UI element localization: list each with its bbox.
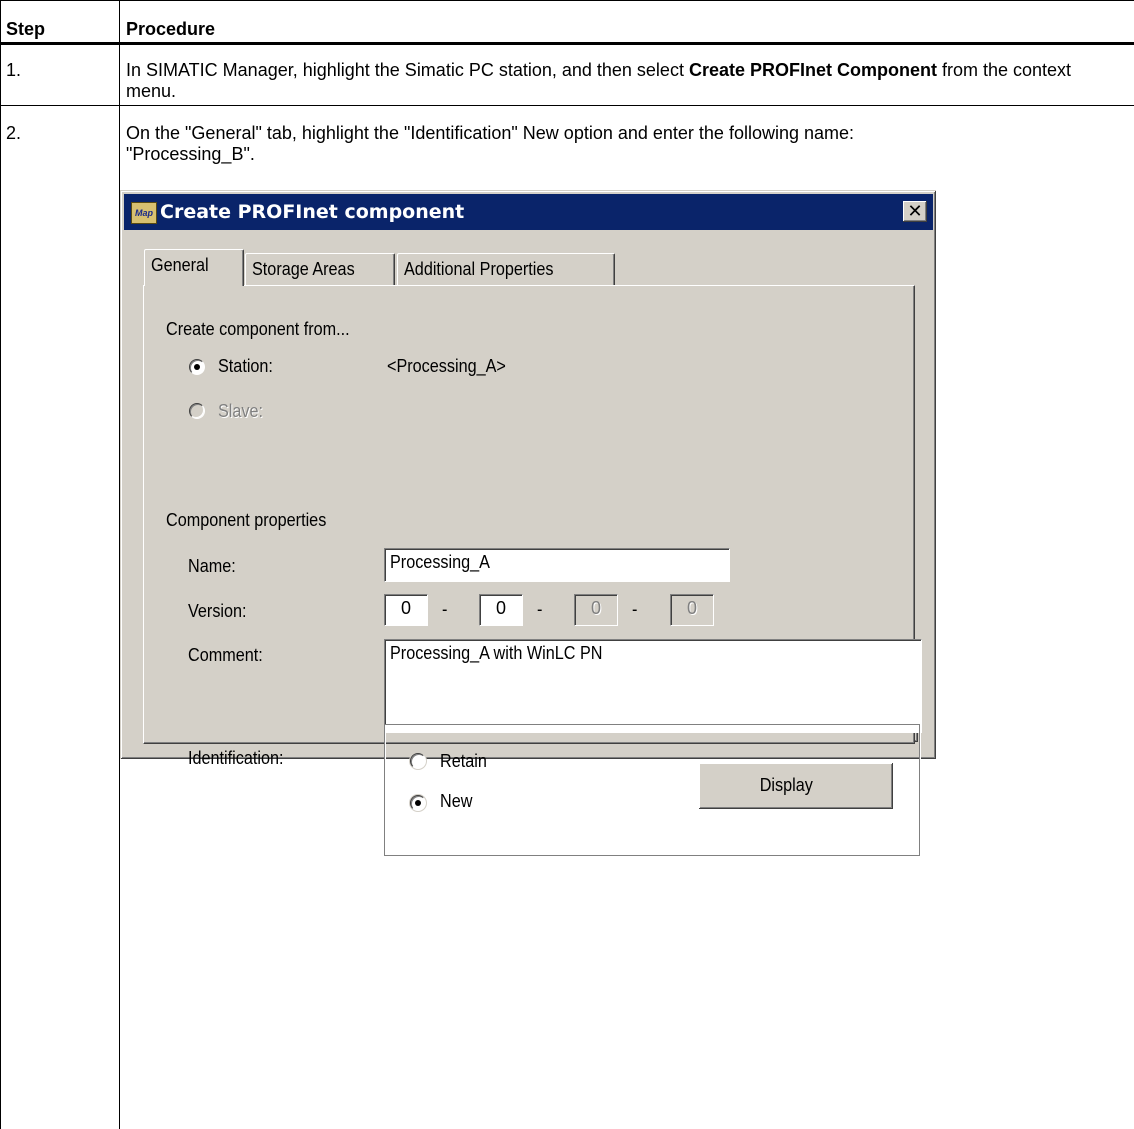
display-button-label: Display (759, 775, 813, 796)
version-value-4: 0 (686, 598, 697, 619)
row1-text-prefix: In SIMATIC Manager, highlight the Simati… (126, 60, 689, 80)
row1-procedure: In SIMATIC Manager, highlight the Simati… (126, 60, 1126, 102)
header-separator (0, 42, 1134, 45)
version-field-2[interactable]: 0 (479, 594, 523, 627)
row1-step: 1. (6, 60, 22, 80)
version-field-3: 0 (574, 594, 618, 627)
general-tab-panel: Create component from... Station: <Proce… (143, 285, 922, 857)
row2-line1: On the "General" tab, highlight the "Ide… (126, 123, 855, 143)
table-top-border (0, 0, 1134, 1)
version-separator-2: - (537, 598, 543, 619)
retain-label: Retain (440, 750, 487, 771)
comment-value: Processing_A with WinLC PN (390, 642, 603, 663)
version-value-3: 0 (590, 598, 601, 619)
create-from-label: Create component from... (166, 318, 350, 339)
version-label: Version: (188, 601, 247, 622)
new-label: New (440, 791, 473, 812)
version-value-1: 0 (400, 598, 411, 619)
version-field-1[interactable]: 0 (384, 594, 428, 627)
header-step: Step (6, 19, 46, 39)
version-separator-1: - (442, 598, 448, 619)
dialog-titlebar[interactable]: Map Create PROFInet component ✕ (124, 194, 933, 230)
station-label: Station: (218, 356, 273, 377)
row2-procedure: On the "General" tab, highlight the "Ide… (126, 123, 1126, 165)
create-profinet-dialog: Map Create PROFInet component ✕ General … (120, 190, 936, 857)
table-left-border (0, 0, 1, 1129)
version-separator-3: - (632, 598, 638, 619)
station-radio[interactable] (189, 358, 205, 375)
map-app-icon: Map (131, 202, 157, 224)
slave-radio[interactable] (189, 403, 205, 419)
new-radio[interactable] (410, 794, 426, 811)
component-properties-label: Component properties (166, 509, 327, 530)
tab-additional-properties[interactable]: Additional Properties (397, 253, 615, 286)
tab-general[interactable]: General (144, 249, 244, 286)
row1-text-bold: Create PROFInet Component (688, 60, 937, 80)
tab-additional-properties-label: Additional Properties (404, 259, 554, 279)
tab-general-label: General (151, 255, 209, 275)
display-button[interactable]: Display (699, 763, 893, 810)
comment-field[interactable]: Processing_A with WinLC PN (384, 638, 922, 733)
row1-separator (0, 105, 1134, 106)
version-field-4: 0 (670, 594, 714, 627)
dialog-title: Create PROFInet component (160, 201, 465, 223)
version-value-2: 0 (495, 598, 506, 619)
name-value: Processing_A (390, 552, 490, 573)
tab-storage-areas[interactable]: Storage Areas (245, 253, 395, 286)
slave-label: Slave: (218, 400, 264, 421)
tab-storage-areas-label: Storage Areas (252, 259, 355, 279)
identification-label: Identification: (188, 747, 284, 768)
station-value: <Processing_A> (387, 356, 506, 377)
comment-label: Comment: (188, 644, 263, 665)
row2-step: 2. (6, 123, 22, 143)
name-field[interactable]: Processing_A (384, 548, 730, 583)
name-label: Name: (188, 555, 236, 576)
row2-line2: "Processing_B". (126, 144, 255, 164)
header-procedure: Procedure (126, 19, 216, 39)
close-icon[interactable]: ✕ (903, 201, 927, 222)
